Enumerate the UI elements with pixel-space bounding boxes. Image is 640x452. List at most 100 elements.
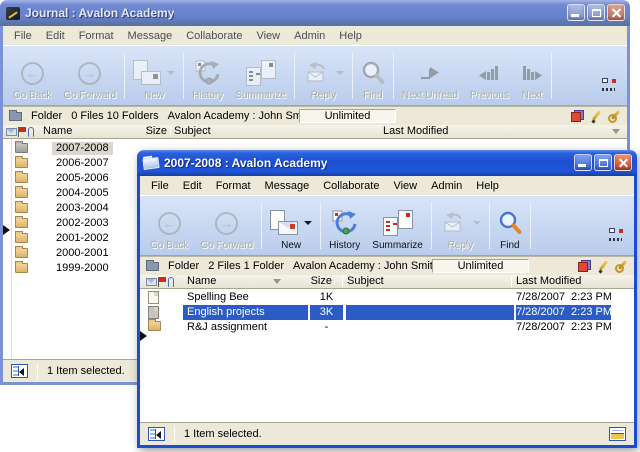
menu-admin[interactable]: Admin: [287, 28, 332, 44]
toolbar-separator: [320, 202, 321, 249]
reply-button[interactable]: Reply: [297, 48, 350, 103]
go-back-button[interactable]: ← Go Back: [144, 198, 194, 253]
next-button[interactable]: Next: [515, 48, 549, 103]
sort-down-icon[interactable]: [273, 279, 281, 284]
permissions-icon[interactable]: [578, 260, 591, 272]
account-label: Avalon Academy : John Smith: [168, 110, 314, 122]
menu-view[interactable]: View: [386, 178, 424, 194]
column-subject[interactable]: Subject: [347, 275, 384, 288]
find-icon: [498, 210, 522, 236]
find-button[interactable]: Find: [492, 198, 528, 253]
toolbar-overflow-button[interactable]: [596, 48, 623, 103]
permissions-icon[interactable]: [571, 110, 584, 122]
minimize-button[interactable]: [567, 4, 585, 21]
next-unread-button[interactable]: Next Unread: [396, 48, 464, 103]
folder-icon: [15, 188, 28, 198]
paperclip-icon[interactable]: [168, 277, 174, 287]
go-forward-button[interactable]: → Go Forward: [57, 48, 122, 103]
folder-row[interactable]: R&J assignment - 7/28/2007 2:23 PM: [140, 320, 634, 335]
paperclip-icon[interactable]: [28, 127, 34, 137]
window-controls: [574, 154, 632, 171]
menu-message[interactable]: Message: [258, 178, 317, 194]
file-row-selected[interactable]: English projects 3K 7/28/2007 2:23 PM: [140, 305, 634, 320]
maximize-icon: [592, 9, 601, 17]
pencil-icon[interactable]: [598, 260, 608, 273]
menu-collaborate[interactable]: Collaborate: [316, 178, 386, 194]
column-name[interactable]: Name: [43, 125, 72, 138]
year-infobar: Folder 2 Files 1 Folder Avalon Academy :…: [140, 256, 634, 275]
maximize-button[interactable]: [587, 4, 605, 21]
quota-field: Unlimited: [299, 109, 396, 123]
summarize-button[interactable]: Summarize: [229, 48, 292, 103]
status-text: 1 Item selected.: [47, 365, 125, 377]
column-size[interactable]: Size: [290, 275, 332, 288]
journal-infobar: Folder 0 Files 10 Folders Avalon Academy…: [3, 106, 627, 125]
menu-help[interactable]: Help: [332, 28, 369, 44]
menu-collaborate[interactable]: Collaborate: [179, 28, 249, 44]
menu-file[interactable]: File: [144, 178, 176, 194]
pencil-icon[interactable]: [591, 110, 601, 123]
pane-toggle-icon[interactable]: [11, 364, 28, 378]
close-button[interactable]: [607, 4, 625, 21]
year-menubar: File Edit Format Message Collaborate Vie…: [140, 176, 634, 195]
menu-edit[interactable]: Edit: [176, 178, 209, 194]
summary-pane-icon[interactable]: [609, 427, 626, 441]
year-titlebar[interactable]: 2007-2008 : Avalon Academy: [137, 150, 637, 176]
maximize-button[interactable]: [594, 154, 612, 171]
find-button[interactable]: Find: [355, 48, 391, 103]
journal-menubar: File Edit Format Message Collaborate Vie…: [3, 26, 627, 45]
envelope-icon[interactable]: [6, 128, 17, 136]
flag-icon[interactable]: [18, 127, 26, 137]
column-last-modified[interactable]: Last Modified: [383, 125, 448, 138]
menu-admin[interactable]: Admin: [424, 178, 469, 194]
pane-toggle-icon[interactable]: [148, 427, 165, 441]
menu-view[interactable]: View: [249, 28, 287, 44]
minimize-button[interactable]: [574, 154, 592, 171]
window-folder-icon: [142, 156, 159, 169]
new-dropdown-icon[interactable]: [304, 221, 312, 225]
summarize-icon: [246, 60, 276, 86]
toolbar-separator: [530, 202, 531, 249]
document-icon: [148, 291, 159, 304]
reply-button[interactable]: Reply: [434, 198, 487, 253]
new-button[interactable]: New: [264, 198, 318, 253]
previous-button[interactable]: Previous: [464, 48, 515, 103]
close-button[interactable]: [614, 154, 632, 171]
envelope-icon[interactable]: [146, 278, 157, 286]
column-name[interactable]: Name: [187, 275, 216, 288]
menu-message[interactable]: Message: [121, 28, 180, 44]
sort-down-icon[interactable]: [612, 129, 620, 134]
menu-format[interactable]: Format: [72, 28, 121, 44]
toolbar-overflow-icon: [602, 78, 617, 91]
key-pen-icon[interactable]: [608, 110, 621, 123]
column-size[interactable]: Size: [131, 125, 167, 138]
menu-help[interactable]: Help: [469, 178, 506, 194]
year-window-title: 2007-2008 : Avalon Academy: [164, 156, 327, 170]
history-button[interactable]: History: [323, 198, 366, 253]
go-forward-button[interactable]: → Go Forward: [194, 198, 259, 253]
go-back-icon: ←: [21, 62, 44, 85]
summarize-button[interactable]: Summarize: [366, 198, 429, 253]
item-counts: 0 Files 10 Folders: [71, 110, 158, 122]
journal-titlebar[interactable]: Journal : Avalon Academy: [0, 0, 630, 26]
go-forward-icon: →: [78, 62, 101, 85]
menu-file[interactable]: File: [7, 28, 39, 44]
key-pen-icon[interactable]: [615, 260, 628, 273]
toolbar-separator: [183, 52, 184, 99]
new-dropdown-icon[interactable]: [167, 71, 175, 75]
menu-edit[interactable]: Edit: [39, 28, 72, 44]
column-subject[interactable]: Subject: [174, 125, 211, 138]
reply-dropdown-icon[interactable]: [336, 71, 344, 75]
go-back-button[interactable]: ← Go Back: [7, 48, 57, 103]
journal-icon: [6, 7, 20, 20]
folder-small-icon: [146, 262, 159, 271]
menu-format[interactable]: Format: [209, 178, 258, 194]
new-button[interactable]: New: [127, 48, 181, 103]
file-row[interactable]: Spelling Bee 1K 7/28/2007 2:23 PM: [140, 290, 634, 305]
flag-icon[interactable]: [158, 277, 166, 287]
column-last-modified[interactable]: Last Modified: [516, 275, 581, 288]
next-icon: [521, 66, 543, 80]
history-button[interactable]: History: [186, 48, 229, 103]
reply-dropdown-icon[interactable]: [473, 221, 481, 225]
toolbar-overflow-button[interactable]: [603, 198, 630, 253]
